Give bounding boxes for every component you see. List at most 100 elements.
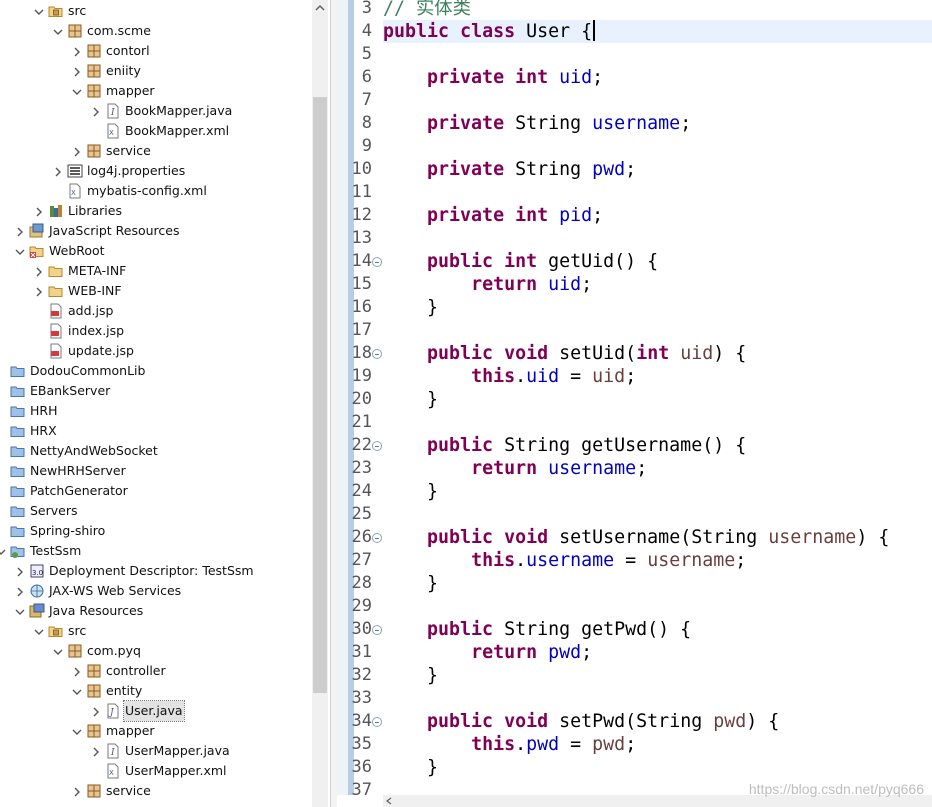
tree-item-contorl[interactable]: contorl bbox=[0, 41, 312, 61]
expand-chevron-icon[interactable] bbox=[14, 561, 26, 581]
tree-item-usermapper-java[interactable]: I UserMapper.java bbox=[0, 741, 312, 761]
code-line[interactable] bbox=[383, 503, 932, 526]
expand-chevron-icon[interactable] bbox=[14, 581, 26, 601]
fold-toggle-icon[interactable] bbox=[372, 349, 382, 359]
scroll-up-arrow-icon[interactable] bbox=[312, 0, 328, 16]
tree-item-meta-inf[interactable]: META-INF bbox=[0, 261, 312, 281]
scroll-left-arrow-icon[interactable] bbox=[385, 797, 393, 805]
expand-chevron-icon[interactable] bbox=[33, 281, 45, 301]
tree-item-nettyandwebsocket[interactable]: NettyAndWebSocket bbox=[0, 441, 312, 461]
fold-toggle-icon[interactable] bbox=[372, 257, 382, 267]
code-line[interactable]: public void setUid(int uid) { bbox=[383, 342, 932, 365]
expand-chevron-icon[interactable] bbox=[71, 661, 83, 681]
code-line[interactable]: } bbox=[383, 480, 932, 503]
tree-item-mapper[interactable]: mapper bbox=[0, 81, 312, 101]
fold-toggle-icon[interactable] bbox=[372, 441, 382, 451]
tree-item-javascript-resources[interactable]: JavaScript Resources bbox=[0, 221, 312, 241]
collapse-chevron-icon[interactable] bbox=[71, 81, 83, 101]
code-line[interactable]: public void setUsername(String username)… bbox=[383, 526, 932, 549]
code-line[interactable] bbox=[383, 135, 932, 158]
code-line[interactable]: this.username = username; bbox=[383, 549, 932, 572]
tree-item-log4j-properties[interactable]: log4j.properties bbox=[0, 161, 312, 181]
code-area[interactable]: // 实体类 public class User { private int ui… bbox=[383, 0, 932, 795]
panel-splitter[interactable] bbox=[330, 0, 337, 807]
collapse-chevron-icon[interactable] bbox=[52, 641, 64, 661]
tree-item-eniity[interactable]: eniity bbox=[0, 61, 312, 81]
code-line[interactable]: private String username; bbox=[383, 112, 932, 135]
tree-item-update-jsp[interactable]: update.jsp bbox=[0, 341, 312, 361]
code-line[interactable]: public class User { bbox=[383, 20, 932, 43]
code-line[interactable] bbox=[383, 411, 932, 434]
tree-item-hrh[interactable]: HRH bbox=[0, 401, 312, 421]
code-line[interactable]: this.uid = uid; bbox=[383, 365, 932, 388]
tree-item-testssm[interactable]: TestSsm bbox=[0, 541, 312, 561]
code-line[interactable]: } bbox=[383, 388, 932, 411]
code-editor[interactable]: 3 4 5 6 7 8 9 10 11 12 13 14 15 16 17 18 19 20 21 22 23 24 25 2… bbox=[337, 0, 932, 807]
collapse-chevron-icon[interactable] bbox=[33, 621, 45, 641]
tree-item-com-pyq[interactable]: com.pyq bbox=[0, 641, 312, 661]
tree-item-servers[interactable]: Servers bbox=[0, 501, 312, 521]
code-line[interactable]: } bbox=[383, 756, 932, 779]
tree-item-index-jsp[interactable]: index.jsp bbox=[0, 321, 312, 341]
code-line[interactable]: // 实体类 bbox=[383, 0, 932, 20]
tree-item-controller[interactable]: controller bbox=[0, 661, 312, 681]
code-line[interactable] bbox=[383, 227, 932, 250]
expand-chevron-icon[interactable] bbox=[33, 261, 45, 281]
explorer-vertical-scrollbar[interactable] bbox=[312, 0, 328, 807]
expand-chevron-icon[interactable] bbox=[71, 61, 83, 81]
tree-item-mapper[interactable]: mapper bbox=[0, 721, 312, 741]
code-line[interactable]: private int uid; bbox=[383, 66, 932, 89]
tree-item-webroot[interactable]: WebRoot bbox=[0, 241, 312, 261]
tree-item-spring-shiro[interactable]: Spring-shiro bbox=[0, 521, 312, 541]
code-line[interactable]: this.pwd = pwd; bbox=[383, 733, 932, 756]
code-line[interactable]: } bbox=[383, 664, 932, 687]
code-line[interactable] bbox=[383, 319, 932, 342]
tree-item-bookmapper-java[interactable]: I BookMapper.java bbox=[0, 101, 312, 121]
tree-item-deployment-descriptor-testssm[interactable]: 3.0 Deployment Descriptor: TestSsm bbox=[0, 561, 312, 581]
tree-item-service[interactable]: service bbox=[0, 141, 312, 161]
code-line[interactable]: } bbox=[383, 296, 932, 319]
fold-toggle-icon[interactable] bbox=[372, 533, 382, 543]
tree-item-ebankserver[interactable]: EBankServer bbox=[0, 381, 312, 401]
tree-item-usermapper-xml[interactable]: X UserMapper.xml bbox=[0, 761, 312, 781]
tree-item-mybatis-config-xml[interactable]: Xmybatis-config.xml bbox=[0, 181, 312, 201]
tree-item-java-resources[interactable]: Java Resources bbox=[0, 601, 312, 621]
expand-chevron-icon[interactable] bbox=[71, 781, 83, 801]
code-line[interactable] bbox=[383, 89, 932, 112]
code-line[interactable]: public String getUsername() { bbox=[383, 434, 932, 457]
expand-chevron-icon[interactable] bbox=[90, 101, 102, 121]
code-line[interactable]: } bbox=[383, 572, 932, 595]
code-line[interactable] bbox=[383, 181, 932, 204]
tree-item-add-jsp[interactable]: add.jsp bbox=[0, 301, 312, 321]
code-line[interactable]: public int getUid() { bbox=[383, 250, 932, 273]
expand-chevron-icon[interactable] bbox=[14, 221, 26, 241]
code-line[interactable]: private int pid; bbox=[383, 204, 932, 227]
expand-chevron-icon[interactable] bbox=[90, 741, 102, 761]
fold-toggle-icon[interactable] bbox=[372, 625, 382, 635]
code-line[interactable] bbox=[383, 595, 932, 618]
expand-chevron-icon[interactable] bbox=[71, 41, 83, 61]
tree-item-jax-ws-web-services[interactable]: JAX-WS Web Services bbox=[0, 581, 312, 601]
tree-item-user-java[interactable]: J User.java bbox=[0, 700, 312, 722]
collapse-chevron-icon[interactable] bbox=[14, 601, 26, 621]
tree-item-patchgenerator[interactable]: PatchGenerator bbox=[0, 481, 312, 501]
expand-chevron-icon[interactable] bbox=[33, 201, 45, 221]
tree-item-bookmapper-xml[interactable]: X BookMapper.xml bbox=[0, 121, 312, 141]
collapse-chevron-icon[interactable] bbox=[71, 681, 83, 701]
code-line[interactable] bbox=[383, 687, 932, 710]
collapse-chevron-icon[interactable] bbox=[71, 721, 83, 741]
tree-item-newhrhserver[interactable]: NewHRHServer bbox=[0, 461, 312, 481]
code-line[interactable]: return pwd; bbox=[383, 641, 932, 664]
tree-item-com-scme[interactable]: com.scme bbox=[0, 21, 312, 41]
collapse-chevron-icon[interactable] bbox=[33, 1, 45, 21]
explorer-scrollbar-thumb[interactable] bbox=[313, 97, 327, 693]
expand-chevron-icon[interactable] bbox=[52, 161, 64, 181]
collapse-chevron-icon[interactable] bbox=[0, 541, 7, 561]
code-line[interactable] bbox=[383, 43, 932, 66]
expand-chevron-icon[interactable] bbox=[71, 141, 83, 161]
tree-item-src[interactable]: src bbox=[0, 1, 312, 21]
tree-item-entity[interactable]: entity bbox=[0, 681, 312, 701]
tree-item-dodoucommonlib[interactable]: DodouCommonLib bbox=[0, 361, 312, 381]
fold-toggle-icon[interactable] bbox=[372, 717, 382, 727]
collapse-chevron-icon[interactable] bbox=[14, 241, 26, 261]
